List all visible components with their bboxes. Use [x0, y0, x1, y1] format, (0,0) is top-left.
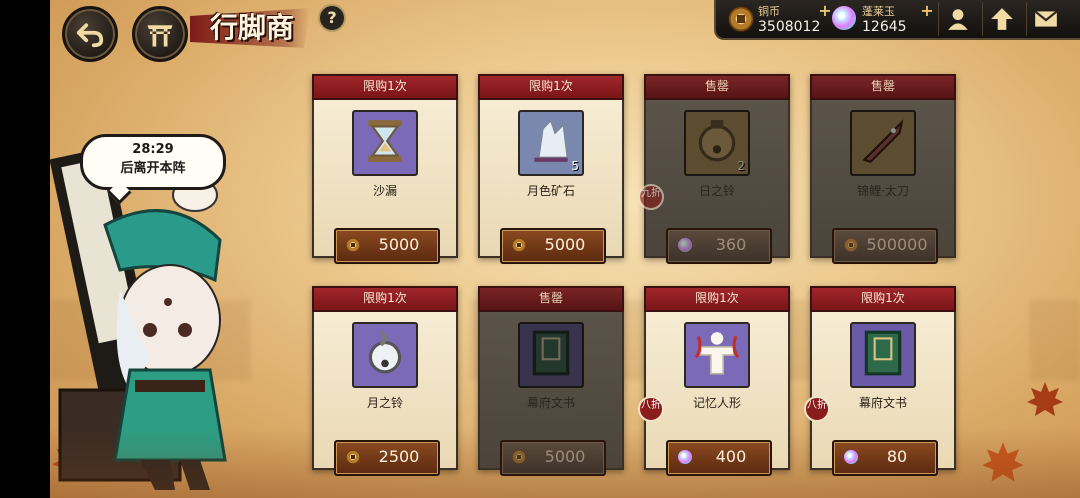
item-price: 5000 — [544, 235, 586, 254]
purchase-limit-badge: 限购1次 — [810, 286, 956, 312]
item-slot[interactable] — [352, 110, 418, 176]
document-book-icon — [526, 328, 576, 382]
copper-currency: 铜币 3508012 + — [728, 2, 838, 36]
page-title: 行脚商 — [210, 11, 295, 44]
shop-item-card[interactable]: 限购1次 沙漏 5000 — [312, 74, 458, 264]
purchase-limit-badge: 限购1次 — [644, 286, 790, 312]
item-slot[interactable] — [518, 322, 584, 388]
jade-currency-name: 蓬莱玉 — [862, 5, 895, 18]
upgrade-icon — [991, 8, 1013, 30]
copper-coin-icon — [844, 238, 858, 252]
currency-bar: 铜币 3508012 + 蓬莱玉 12645 + — [714, 0, 1080, 40]
item-price: 500000 — [866, 235, 928, 254]
purchase-limit-badge: 售罄 — [644, 74, 790, 100]
jade-currency-value: 12645 — [862, 19, 907, 35]
item-price: 5000 — [544, 447, 586, 466]
shop-item-card[interactable]: 限购1次 5 月色矿石 5000 — [478, 74, 624, 264]
item-slot[interactable]: 5 — [518, 110, 584, 176]
item-price: 400 — [715, 447, 747, 466]
jade-icon — [678, 238, 692, 252]
friend-icon — [948, 9, 968, 30]
item-price: 2500 — [378, 447, 420, 466]
item-name: 锦鲤·太刀 — [857, 184, 909, 198]
maple-leaf-icon — [52, 442, 92, 480]
shop-item-card[interactable]: 限购1次 记忆人形 400 八折 — [638, 286, 790, 476]
copper-coin-icon — [512, 238, 526, 252]
jade-icon — [678, 450, 692, 464]
koi-sword-icon — [858, 116, 908, 170]
item-name: 幕府文书 — [526, 396, 575, 410]
help-button[interactable]: ? — [318, 4, 346, 32]
crystal-icon — [526, 116, 576, 170]
item-price: 80 — [886, 447, 908, 466]
back-button[interactable] — [62, 6, 118, 62]
merchant-timer: 28:29 — [132, 142, 174, 157]
purchase-limit-badge: 限购1次 — [312, 74, 458, 100]
buy-button[interactable]: 2500 — [334, 440, 440, 476]
purchase-limit-badge: 限购1次 — [312, 286, 458, 312]
merchant-timer-bubble: 28:29 后离开本阵 — [80, 134, 226, 190]
purchase-limit-badge: 售罄 — [478, 286, 624, 312]
item-slot[interactable]: 2 — [684, 110, 750, 176]
discount-badge: 九折 — [638, 184, 664, 210]
buy-button[interactable]: 5000 — [500, 228, 606, 264]
item-name: 月色矿石 — [526, 184, 575, 198]
copper-coin-icon — [512, 450, 526, 464]
home-button[interactable] — [132, 6, 188, 62]
buy-button[interactable]: 360 — [666, 228, 772, 264]
paper-doll-icon — [692, 328, 742, 382]
item-name: 记忆人形 — [692, 396, 741, 410]
maple-leaf-icon — [982, 442, 1024, 482]
discount-badge: 八折 — [638, 396, 664, 422]
copper-currency-name: 铜币 — [758, 5, 780, 18]
shop-item-card[interactable]: 限购1次 月之铃 2500 — [312, 286, 458, 476]
purchase-limit-badge: 限购1次 — [478, 74, 624, 100]
copper-coin-icon — [346, 238, 360, 252]
item-name: 幕府文书 — [858, 396, 907, 410]
jade-icon — [844, 450, 858, 464]
mail-button[interactable] — [1026, 2, 1065, 36]
item-price: 5000 — [378, 235, 420, 254]
upgrade-button[interactable] — [982, 2, 1021, 36]
item-slot[interactable] — [684, 322, 750, 388]
item-slot[interactable] — [850, 322, 916, 388]
merchant-timer-text: 后离开本阵 — [120, 161, 186, 176]
item-price: 360 — [715, 235, 747, 254]
mail-icon — [1034, 10, 1058, 27]
hourglass-icon — [360, 116, 410, 170]
shop-item-card[interactable]: 限购1次 幕府文书 80 八折 — [804, 286, 956, 476]
item-slot[interactable] — [352, 322, 418, 388]
back-arrow-icon — [76, 23, 104, 48]
buy-button[interactable]: 5000 — [500, 440, 606, 476]
item-name: 沙漏 — [372, 184, 397, 198]
copper-currency-value: 3508012 — [758, 19, 821, 35]
shop-item-card[interactable]: 售罄 锦鲤·太刀 500000 — [810, 74, 956, 264]
copper-coin-icon — [346, 450, 360, 464]
document-book-icon — [858, 328, 908, 382]
shop-item-card[interactable]: 售罄 幕府文书 5000 — [478, 286, 624, 476]
purchase-limit-badge: 售罄 — [810, 74, 956, 100]
add-copper-button[interactable]: + — [818, 3, 832, 19]
item-quantity: 2 — [737, 159, 745, 173]
buy-button[interactable]: 80 — [832, 440, 938, 476]
shop-item-card[interactable]: 售罄 2 日之铃 360 九折 — [638, 74, 790, 264]
buy-button[interactable]: 500000 — [832, 228, 938, 264]
discount-badge: 八折 — [804, 396, 830, 422]
add-jade-button[interactable]: + — [920, 3, 934, 19]
copper-coin-icon — [728, 6, 754, 32]
sun-bell-icon — [692, 116, 742, 170]
friend-button[interactable] — [938, 2, 977, 36]
moon-bell-icon — [360, 328, 410, 382]
buy-button[interactable]: 5000 — [334, 228, 440, 264]
buy-button[interactable]: 400 — [666, 440, 772, 476]
torii-home-icon — [147, 25, 173, 47]
item-name: 月之铃 — [366, 396, 403, 410]
jade-currency: 蓬莱玉 12645 + — [832, 2, 942, 36]
maple-leaf-icon — [1027, 382, 1063, 416]
item-name: 日之铃 — [698, 184, 735, 198]
item-slot[interactable] — [850, 110, 916, 176]
item-quantity: 5 — [571, 159, 579, 173]
jade-icon — [832, 6, 856, 30]
